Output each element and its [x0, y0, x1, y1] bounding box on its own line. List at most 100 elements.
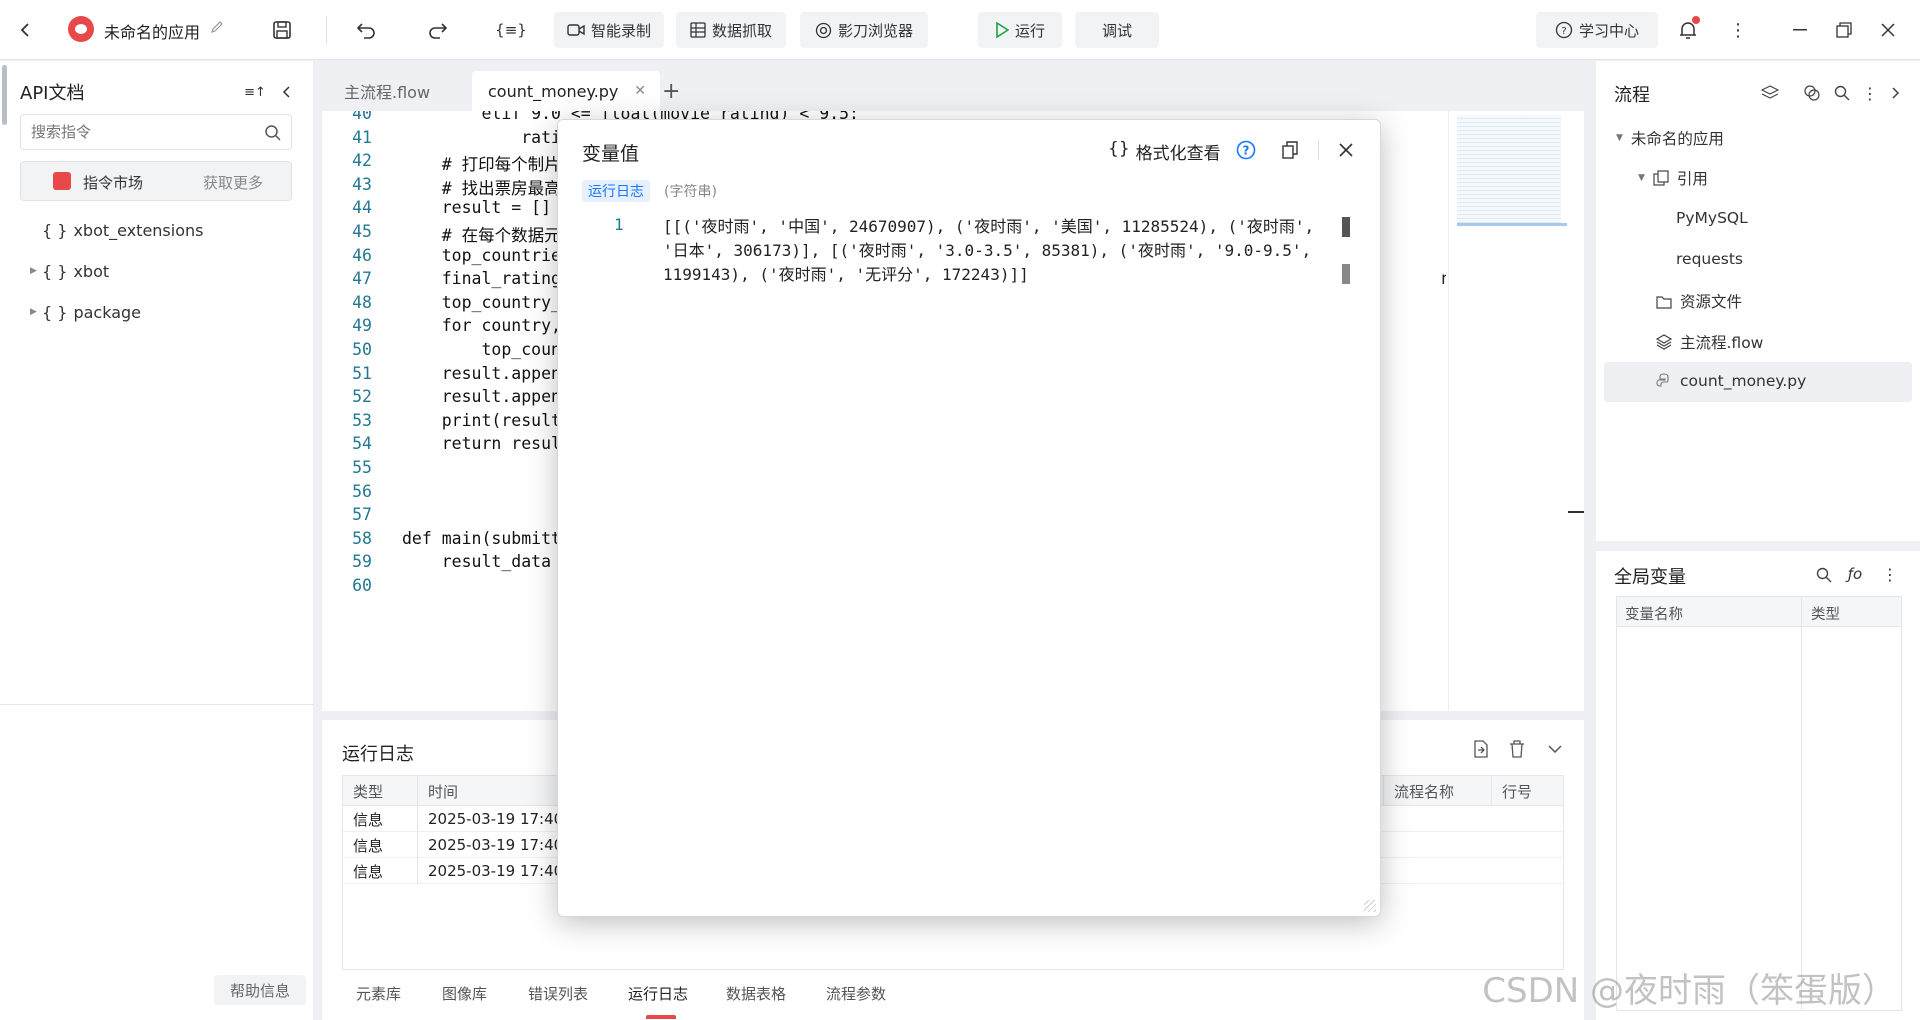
export-icon[interactable]	[1470, 738, 1492, 760]
command-search-input[interactable]	[31, 121, 251, 143]
code-text: # 在每个数据元	[402, 226, 561, 245]
line-number: 55	[352, 458, 372, 477]
market-label: 指令市场	[83, 174, 144, 192]
tree-node-main-flow[interactable]: 主流程.flow	[1656, 331, 1763, 353]
help-circle-icon[interactable]: ?	[1234, 138, 1258, 162]
tree-node-pymysql[interactable]: PyMySQL	[1676, 209, 1748, 227]
learning-center-label: 学习中心	[1578, 21, 1639, 40]
close-icon[interactable]	[1334, 138, 1358, 162]
search-icon[interactable]	[263, 123, 283, 143]
line-number: 56	[352, 481, 372, 501]
value-scrollbar-thumb[interactable]	[1342, 217, 1350, 237]
close-window-icon[interactable]	[1874, 16, 1902, 44]
help-circle-icon: ?	[1555, 21, 1573, 39]
resize-handle[interactable]	[1364, 900, 1376, 912]
help-info-button[interactable]: 帮助信息	[214, 975, 306, 1005]
edit-icon[interactable]	[208, 18, 226, 36]
value-line-number: 1	[614, 215, 624, 234]
left-scrollbar[interactable]	[2, 65, 7, 125]
redo-icon[interactable]	[424, 16, 452, 44]
bell-icon[interactable]	[1674, 16, 1702, 44]
code-text: return resul	[402, 434, 561, 454]
format-view-label: 格式化查看	[1135, 144, 1221, 164]
more-vertical-icon[interactable]: ⋮	[1726, 16, 1750, 44]
app-name[interactable]: 未命名的应用	[104, 19, 200, 43]
code-text: rati	[402, 127, 561, 147]
data-capture-button[interactable]: 数据抓取	[676, 12, 786, 48]
add-tab-icon[interactable]: +	[662, 71, 680, 111]
folder-icon	[1656, 296, 1672, 309]
tab-image-library[interactable]: 图像库	[442, 983, 487, 1004]
browser-icon	[815, 22, 832, 38]
variable-value-text[interactable]: [[('夜时雨', '中国', 24670907), ('夜时雨', '美国',…	[663, 215, 1323, 287]
command-search-box[interactable]	[20, 114, 292, 150]
tab-label: count_money.py	[488, 81, 619, 101]
run-button[interactable]: 运行	[978, 12, 1062, 48]
caret-down-icon[interactable]: ▼	[1638, 173, 1645, 183]
close-tab-icon[interactable]: ✕	[634, 83, 646, 99]
code-view-icon[interactable]: {≡}	[495, 16, 527, 44]
browser-button[interactable]: 影刀浏览器	[800, 12, 928, 48]
play-icon	[996, 22, 1009, 38]
tab-flow-params[interactable]: 流程参数	[826, 983, 886, 1004]
sort-icon[interactable]: ≡↑	[244, 83, 266, 101]
tree-node-app[interactable]: ▼ 未命名的应用	[1616, 127, 1724, 149]
tab-main-flow[interactable]: 主流程.flow	[344, 71, 430, 111]
tab-run-log[interactable]: 运行日志	[628, 983, 688, 1004]
collapse-right-icon[interactable]	[1888, 83, 1904, 103]
caret-right-icon[interactable]: ▶	[30, 307, 42, 317]
svg-text:?: ?	[1561, 26, 1566, 37]
tree-node-references[interactable]: ▼ 引用	[1638, 167, 1708, 189]
log-type: 信息	[353, 810, 384, 829]
tab-error-list[interactable]: 错误列表	[528, 983, 588, 1004]
log-type: 信息	[353, 836, 384, 855]
back-icon[interactable]	[12, 16, 40, 44]
global-vars-table: 变量名称 类型	[1616, 596, 1902, 1011]
command-market-button[interactable]: 指令市场 获取更多	[20, 161, 292, 201]
tree-node-requests[interactable]: requests	[1676, 250, 1743, 268]
browser-label: 影刀浏览器	[837, 21, 913, 40]
collapse-left-icon[interactable]	[278, 83, 294, 101]
copy-icon[interactable]	[1278, 138, 1302, 162]
divider	[326, 16, 327, 44]
tree-node-resources[interactable]: 资源文件	[1656, 290, 1742, 312]
minimap[interactable]	[1448, 111, 1568, 711]
undo-icon[interactable]	[352, 16, 380, 44]
caret-right-icon[interactable]: ▶	[30, 266, 42, 276]
search-icon[interactable]	[1832, 83, 1852, 103]
function-icon[interactable]: ƒo	[1844, 564, 1866, 584]
layers-settings-icon[interactable]	[1760, 83, 1780, 103]
tree-item-xbot[interactable]: ▶ { } xbot	[30, 256, 109, 286]
tab-count-money[interactable]: count_money.py ✕	[472, 71, 660, 111]
minimize-icon[interactable]	[1786, 16, 1814, 44]
tree-item-package[interactable]: ▶ { } package	[30, 297, 141, 327]
add-reference-icon[interactable]	[1802, 83, 1822, 103]
code-text: # 找出票房最高	[402, 178, 561, 198]
format-view-button[interactable]: {} 格式化查看	[1108, 139, 1221, 164]
tab-element-library[interactable]: 元素库	[356, 983, 401, 1004]
restore-icon[interactable]	[1830, 16, 1858, 44]
get-more-link[interactable]: 获取更多	[203, 172, 263, 193]
more-vertical-icon[interactable]: ⋮	[1862, 83, 1878, 103]
col-type: 类型	[353, 782, 384, 801]
more-vertical-icon[interactable]: ⋮	[1882, 564, 1898, 584]
source-tag: 运行日志	[582, 180, 650, 202]
tree-node-count-money[interactable]: count_money.py	[1656, 372, 1806, 390]
trash-icon[interactable]	[1506, 738, 1528, 760]
tree-label: count_money.py	[1680, 372, 1807, 390]
search-icon[interactable]	[1814, 565, 1834, 585]
flow-panel-title: 流程	[1614, 85, 1650, 106]
tab-data-table[interactable]: 数据表格	[726, 983, 786, 1004]
debug-button[interactable]: 调试	[1075, 12, 1159, 48]
save-icon[interactable]	[268, 16, 296, 44]
code-text: for country,	[402, 316, 561, 336]
line-number: 59	[352, 552, 372, 572]
caret-down-icon[interactable]: ▼	[1616, 133, 1623, 143]
smart-record-button[interactable]: 智能录制	[554, 12, 664, 48]
tree-item-xbot-extensions[interactable]: { } xbot_extensions	[30, 215, 203, 245]
line-number: 42	[352, 151, 372, 171]
table-icon	[690, 22, 706, 38]
line-number: 40	[352, 111, 372, 123]
learning-center-button[interactable]: ? 学习中心	[1536, 12, 1658, 48]
chevron-down-icon[interactable]	[1544, 738, 1566, 760]
